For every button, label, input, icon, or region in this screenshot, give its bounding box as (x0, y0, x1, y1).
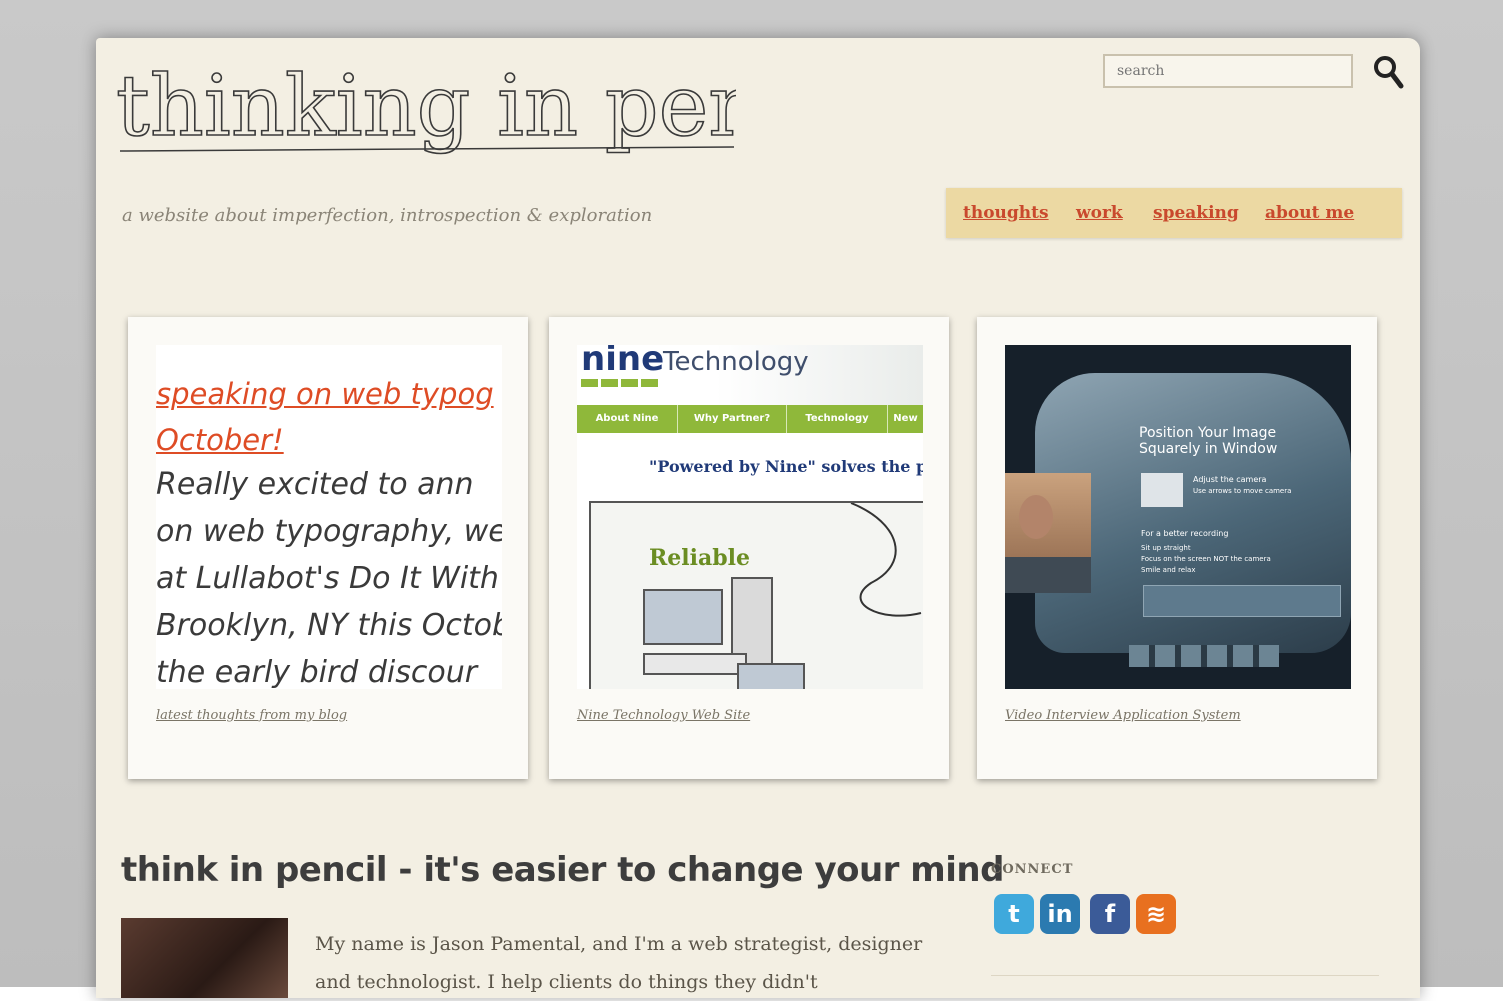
blog-post-excerpt: Really excited to ann on web typography,… (156, 461, 502, 689)
blog-post-title: speaking on web typog October! (156, 371, 494, 463)
tips-list: Sit up straight Focus on the screen NOT … (1141, 543, 1271, 576)
connect-heading: CONNECT (991, 862, 1074, 877)
blog-excerpt-image: speaking on web typog October! Really ex… (156, 345, 502, 689)
blog-title-line: speaking on web typog (156, 377, 494, 411)
card-caption-link[interactable]: Video Interview Application System (1005, 708, 1241, 723)
nine-menu-item: Technology (787, 405, 888, 433)
tip-item: Sit up straight (1141, 544, 1191, 552)
nine-illustration: Reliable (589, 501, 923, 689)
logo-text: thinking in pencil (116, 57, 736, 155)
search-input[interactable] (1103, 54, 1353, 88)
sidebar-divider (991, 975, 1379, 976)
nine-technology-screenshot: nine Technology About Nine Why Partner? … (577, 345, 923, 689)
nine-menu-item: Why Partner? (678, 405, 787, 433)
shirt (1005, 557, 1091, 593)
monitor-drawing (643, 589, 723, 645)
nine-menu-item: New (893, 413, 918, 424)
nine-logo-bars (581, 379, 659, 387)
blog-title-line: October! (156, 423, 284, 457)
adjust-label: Adjust the camera (1193, 475, 1267, 484)
linkedin-icon[interactable]: in (1040, 894, 1080, 934)
twitter-icon[interactable]: t (994, 894, 1034, 934)
nine-brand-suffix: Technology (663, 347, 809, 377)
camera-preview (1005, 473, 1091, 593)
work-card[interactable]: Position Your Image Squarely in Window A… (977, 317, 1377, 779)
site-tagline: a website about imperfection, introspect… (122, 205, 653, 226)
blog-body-line: at Lullabot's Do It With (156, 561, 499, 596)
search-icon[interactable] (1372, 54, 1404, 90)
keyboard-drawing (643, 653, 747, 675)
screenshot-frame: thinking in pencil a website about imper… (0, 0, 1503, 998)
person-icon (1141, 473, 1183, 507)
blog-body-line: the early bird discour (156, 655, 478, 689)
nine-brand: nine (581, 345, 665, 379)
control-bar (1143, 585, 1341, 617)
panel-title: Position Your Image Squarely in Window (1139, 425, 1278, 457)
nav-speaking[interactable]: speaking (1153, 203, 1239, 223)
tips-title: For a better recording (1141, 529, 1229, 538)
work-card[interactable]: nine Technology About Nine Why Partner? … (549, 317, 949, 779)
toolbar-buttons (1129, 645, 1279, 667)
adjust-hint: Use arrows to move camera (1193, 487, 1292, 495)
tip-item: Smile and relax (1141, 566, 1196, 574)
card-caption-link[interactable]: latest thoughts from my blog (156, 708, 347, 723)
face (1019, 495, 1053, 539)
card-caption-link[interactable]: Nine Technology Web Site (577, 708, 750, 723)
nav-thoughts[interactable]: thoughts (963, 203, 1049, 223)
tip-item: Focus on the screen NOT the camera (1141, 555, 1271, 563)
nav-about-me[interactable]: about me (1265, 203, 1354, 223)
nine-callout: Reliable (649, 545, 750, 571)
video-interview-screenshot: Position Your Image Squarely in Window A… (1005, 345, 1351, 689)
nav-work[interactable]: work (1076, 203, 1123, 223)
main-headline: think in pencil - it's easier to change … (121, 850, 1004, 890)
blog-body-line: Really excited to ann (156, 467, 474, 502)
blog-card[interactable]: speaking on web typog October! Really ex… (128, 317, 528, 779)
puzzle-line (850, 503, 922, 617)
blog-body-line: on web typography, we' (156, 514, 502, 549)
blog-body-line: Brooklyn, NY this Octob (156, 608, 502, 643)
logo-svg: thinking in pencil (115, 56, 864, 156)
rss-icon[interactable]: ≋ (1136, 894, 1176, 934)
nine-menu-item: About Nine (577, 405, 678, 433)
main-nav: thoughts work speaking about me (946, 188, 1402, 238)
facebook-icon[interactable]: f (1090, 894, 1130, 934)
nine-tagline: "Powered by Nine" solves the p (649, 457, 923, 476)
intro-text: My name is Jason Pamental, and I'm a web… (315, 933, 923, 993)
site-logo[interactable]: thinking in pencil (115, 55, 864, 180)
nine-header: nine Technology (577, 345, 923, 405)
nine-menu-bar: About Nine Why Partner? Technology New (577, 405, 923, 433)
monitor-drawing (737, 663, 805, 689)
author-avatar (121, 918, 288, 998)
